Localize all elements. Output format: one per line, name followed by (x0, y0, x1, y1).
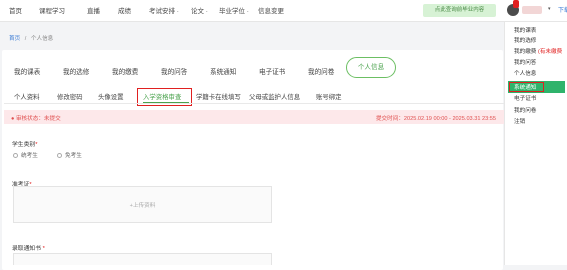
dropdown-item-logout[interactable]: 注销 (514, 117, 525, 125)
radio-unified-exam[interactable]: 统考生 (13, 151, 38, 159)
subtab-account-binding[interactable]: 账号绑定 (316, 92, 342, 101)
content-card: 我的课表 我的选修 我的缴费 我的问答 系统通知 电子证书 我的问卷 个人信息 … (2, 50, 504, 270)
breadcrumb-home[interactable]: 首页 (9, 36, 20, 42)
breadcrumb: 首页 / 个人信息 (9, 34, 53, 42)
tab-my-payments[interactable]: 我的缴费 (112, 66, 138, 76)
annotation-box (509, 82, 544, 92)
dropdown-item-qa[interactable]: 我的问答 (514, 58, 536, 66)
nav-live[interactable]: 直播 (87, 5, 100, 15)
subtab-profile[interactable]: 个人资料 (14, 92, 40, 101)
nav-home[interactable]: 首页 (9, 5, 22, 15)
dropdown-item-certificate[interactable]: 电子证书 (514, 94, 536, 102)
radio-icon[interactable] (13, 152, 18, 158)
admission-ticket-upload[interactable]: +上传资料 (13, 186, 272, 223)
dropdown-item-schedule[interactable]: 我的课表 (514, 26, 536, 34)
alert-status: ● 审核状态：未提交 (11, 114, 61, 122)
student-type-label: 学生类别* (12, 142, 38, 148)
nav-grades[interactable]: 成绩 (118, 5, 131, 15)
nav-info-change[interactable]: 信息变更 (258, 5, 284, 15)
tab-system-notice[interactable]: 系统通知 (210, 66, 236, 76)
subtab-avatar-settings[interactable]: 头像设置 (98, 92, 124, 101)
tab-personal-info[interactable]: 个人信息 (346, 57, 396, 78)
review-status-text: 审核状态：未提交 (15, 116, 61, 122)
tab-my-qa[interactable]: 我的问答 (161, 66, 187, 76)
dropdown-item-personal-info[interactable]: 个人信息 (514, 69, 536, 77)
user-dropdown: 我的课表 我的选修 我的缴费 (有未缴费 我的问答 个人信息 系统通知 电子证书… (504, 22, 567, 265)
nav-course-study[interactable]: 课程学习 (39, 5, 65, 15)
dropdown-item-electives[interactable]: 我的选修 (514, 36, 536, 44)
username-redacted[interactable] (522, 6, 542, 14)
annotation-marker (513, 0, 519, 8)
subtab-guardian-info[interactable]: 父母或监护人信息 (249, 92, 300, 101)
download-link[interactable]: 下载 (558, 5, 567, 14)
submission-period: 提交时间：2025.02.19 00:00 - 2025.03.31 23:55 (375, 116, 496, 122)
subtab-student-card[interactable]: 学籍卡在线填写 (196, 92, 241, 101)
upload-text[interactable]: +上传资料 (14, 201, 271, 209)
main-content: 首页 / 个人信息 我的课表 我的选修 我的缴费 我的问答 系统通知 电子证书 … (0, 22, 504, 270)
nav-graduation-degree[interactable]: 毕业学位 · (219, 5, 249, 15)
nav-exam-schedule[interactable]: 考试安排 · (149, 5, 179, 15)
dropdown-item-survey[interactable]: 我的问卷 (514, 106, 536, 114)
divider (4, 103, 504, 104)
admission-letter-upload[interactable] (13, 253, 272, 265)
tab-my-electives[interactable]: 我的选修 (63, 66, 89, 76)
radio-exempt-exam[interactable]: 免考生 (57, 151, 82, 159)
notice-button[interactable]: 点此查询前毕业内容 (423, 4, 496, 17)
tab-e-certificate[interactable]: 电子证书 (259, 66, 285, 76)
subtab-change-password[interactable]: 修改密码 (57, 92, 83, 101)
nav-thesis[interactable]: 论文 · (191, 5, 208, 15)
admission-letter-label: 录取通知书 * (12, 246, 45, 252)
dropdown-item-payments[interactable]: 我的缴费 (有未缴费 (514, 47, 562, 55)
tab-my-survey[interactable]: 我的问卷 (308, 66, 334, 76)
status-alert: ● 审核状态：未提交 提交时间：2025.02.19 00:00 - 2025.… (4, 110, 504, 124)
breadcrumb-current: 个人信息 (30, 36, 54, 42)
breadcrumb-separator: / (24, 36, 27, 42)
chevron-down-icon[interactable]: ▾ (548, 6, 551, 12)
tab-my-schedule[interactable]: 我的课表 (14, 66, 40, 76)
warning-icon: ● (11, 116, 15, 122)
radio-icon[interactable] (57, 152, 62, 158)
top-nav: 首页 课程学习 直播 成绩 考试安排 · 论文 · 毕业学位 · 信息变更 点此… (0, 0, 567, 22)
